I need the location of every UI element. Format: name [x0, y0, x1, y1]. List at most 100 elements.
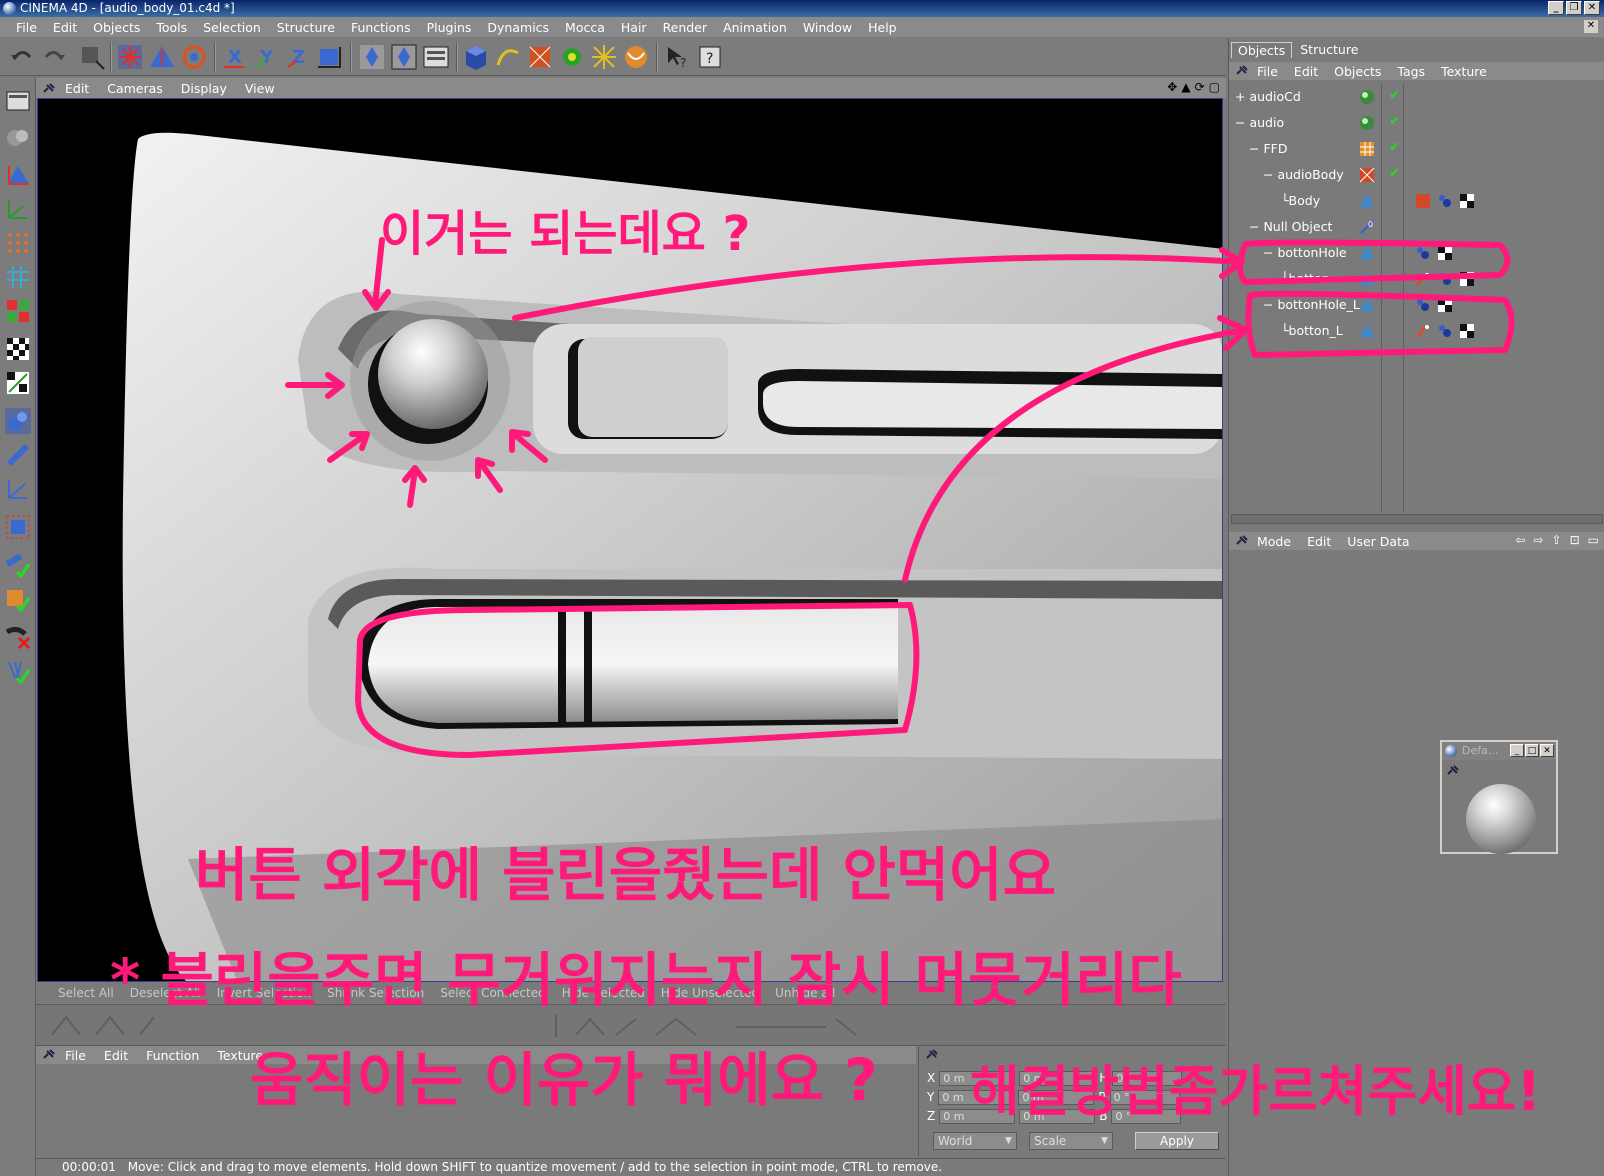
tab-objects[interactable]: Objects	[1231, 42, 1293, 58]
render-to-picture-viewer-icon[interactable]	[422, 43, 450, 71]
object-menu-texture[interactable]: Texture	[1433, 64, 1495, 79]
use-model-tool-icon[interactable]	[5, 88, 31, 114]
texture-tag-icon[interactable]	[1437, 297, 1453, 313]
menu-selection[interactable]: Selection	[195, 20, 269, 35]
attribute-menu-edit[interactable]: Edit	[1299, 534, 1339, 549]
document-close-button[interactable]: ✕	[1584, 20, 1598, 33]
menu-animation[interactable]: Animation	[715, 20, 795, 35]
enabled-check-icon[interactable]: ✔	[1389, 166, 1400, 181]
enabled-check-icon[interactable]: ✔	[1389, 114, 1400, 129]
phong-tag-icon[interactable]	[1437, 323, 1453, 339]
up-arrow-icon[interactable]: ⇧	[1552, 533, 1562, 547]
tree-row-ffd[interactable]: − FFD ✔	[1231, 136, 1603, 162]
hide-selected-button[interactable]: Hide Selected	[554, 986, 653, 1000]
use-inverse-kinematics-icon[interactable]	[5, 442, 31, 468]
unhide-all-button[interactable]: Unhide all	[767, 986, 843, 1000]
position-x-field[interactable]: 0 m	[939, 1070, 1016, 1086]
use-texture-axis-icon[interactable]	[5, 370, 31, 396]
material-preview-window[interactable]: Defa... _ □ ✕	[1440, 740, 1558, 854]
size-z-field[interactable]: 0 m	[1019, 1108, 1096, 1124]
maximize-view-icon[interactable]: ▢	[1209, 80, 1220, 94]
cube-primitive-icon[interactable]	[462, 43, 490, 71]
enable-snap-icon[interactable]	[5, 552, 31, 579]
tree-row-botten[interactable]: └botten	[1231, 266, 1603, 292]
object-menu-file[interactable]: File	[1249, 64, 1286, 79]
attribute-pin-icon[interactable]	[1235, 534, 1249, 549]
tool-strip[interactable]	[36, 1004, 1226, 1046]
material-pin-icon[interactable]	[42, 1048, 56, 1063]
render-view-icon[interactable]	[358, 43, 386, 71]
viewport-menu-display[interactable]: Display	[172, 81, 236, 96]
hide-unselected-button[interactable]: Hide Unselected	[653, 986, 767, 1000]
tree-row-bottonhole[interactable]: − bottonHole	[1231, 240, 1603, 266]
texture-tag-icon[interactable]	[1437, 245, 1453, 261]
object-tree-scrollbar[interactable]	[1231, 514, 1603, 524]
redo-icon[interactable]	[40, 43, 68, 71]
use-workplane-icon[interactable]	[5, 514, 31, 540]
attribute-menu-mode[interactable]: Mode	[1249, 534, 1299, 549]
tree-row-botton-l[interactable]: └botton_L	[1231, 318, 1603, 344]
select-all-button[interactable]: Select All	[50, 986, 122, 1000]
array-icon[interactable]	[558, 43, 586, 71]
y-axis-lock-icon[interactable]: Y	[252, 43, 280, 71]
viewport-menu-edit[interactable]: Edit	[56, 81, 98, 96]
menu-structure[interactable]: Structure	[269, 20, 343, 35]
phong-tag-icon[interactable]	[1415, 297, 1431, 313]
material-menu-edit[interactable]: Edit	[95, 1048, 137, 1063]
menu-render[interactable]: Render	[655, 20, 716, 35]
selection-tag-icon[interactable]	[1415, 323, 1431, 339]
x-axis-lock-icon[interactable]: X	[220, 43, 248, 71]
phong-tag-icon[interactable]	[1437, 271, 1453, 287]
deselect-all-button[interactable]: Deselect All	[122, 986, 209, 1000]
material-manager-area[interactable]	[36, 1064, 916, 1156]
object-menu-edit[interactable]: Edit	[1286, 64, 1326, 79]
apply-button[interactable]: Apply	[1135, 1132, 1219, 1150]
attribute-menu-user-data[interactable]: User Data	[1339, 534, 1417, 549]
tree-row-audiocd[interactable]: + audioCd ✔	[1231, 84, 1603, 110]
zoom-view-icon[interactable]: ⟳	[1195, 80, 1205, 94]
texture-tag-icon[interactable]	[1459, 271, 1475, 287]
new-panel-icon[interactable]: ▭	[1588, 533, 1599, 547]
rotate-view-icon[interactable]: ▲	[1181, 80, 1190, 94]
hypernurbs-tag-icon[interactable]	[1415, 193, 1431, 209]
tree-row-audiobody[interactable]: − audioBody ✔	[1231, 162, 1603, 188]
close-button[interactable]: ✕	[1584, 1, 1600, 15]
tree-row-null-object[interactable]: − Null Object 0	[1231, 214, 1603, 240]
undo-icon[interactable]	[8, 43, 36, 71]
position-y-field[interactable]: 0 m	[938, 1089, 1015, 1105]
coordinates-pin-icon[interactable]	[925, 1048, 939, 1063]
menu-hair[interactable]: Hair	[613, 20, 655, 35]
phong-tag-icon[interactable]	[1415, 245, 1431, 261]
select-connected-button[interactable]: Select Connected	[432, 986, 553, 1000]
enable-deformers-icon[interactable]	[5, 586, 31, 613]
material-menu-texture[interactable]: Texture	[208, 1048, 272, 1063]
tab-structure[interactable]: Structure	[1294, 42, 1364, 58]
coordinate-system-icon[interactable]	[316, 43, 344, 71]
z-axis-lock-icon[interactable]: Z	[284, 43, 312, 71]
object-pin-icon[interactable]	[1235, 64, 1249, 79]
viewport-menu-view[interactable]: View	[236, 81, 284, 96]
menu-edit[interactable]: Edit	[45, 20, 85, 35]
tree-row-bottonhole-l[interactable]: − bottonHole_L	[1231, 292, 1603, 318]
move-view-icon[interactable]: ✥	[1167, 80, 1177, 94]
restore-button[interactable]: ❐	[1566, 1, 1582, 15]
menu-dynamics[interactable]: Dynamics	[479, 20, 557, 35]
scene-object-icon[interactable]	[622, 43, 650, 71]
use-point-tool-icon[interactable]	[5, 230, 31, 256]
object-menu-tags[interactable]: Tags	[1389, 64, 1433, 79]
rotation-b-field[interactable]: 0 °	[1111, 1108, 1182, 1124]
use-object-axis-icon[interactable]	[5, 162, 31, 188]
material-menu-function[interactable]: Function	[137, 1048, 208, 1063]
material-pin-small-icon[interactable]	[1446, 764, 1460, 779]
use-axis-tool-icon[interactable]	[5, 196, 31, 222]
enable-hair-icon[interactable]	[5, 658, 31, 685]
material-maximize-button[interactable]: □	[1525, 744, 1539, 757]
texture-tag-icon[interactable]	[1459, 193, 1475, 209]
lock-icon[interactable]: ⊡	[1570, 533, 1580, 547]
shrink-selection-button[interactable]: Shrink Selection	[319, 986, 432, 1000]
back-arrow-icon[interactable]: ⇦	[1515, 533, 1525, 547]
size-mode-select[interactable]: Scale ▼	[1029, 1132, 1113, 1150]
render-region-icon[interactable]	[390, 43, 418, 71]
tree-row-body[interactable]: └Body	[1231, 188, 1603, 214]
disable-generators-icon[interactable]	[5, 624, 31, 650]
